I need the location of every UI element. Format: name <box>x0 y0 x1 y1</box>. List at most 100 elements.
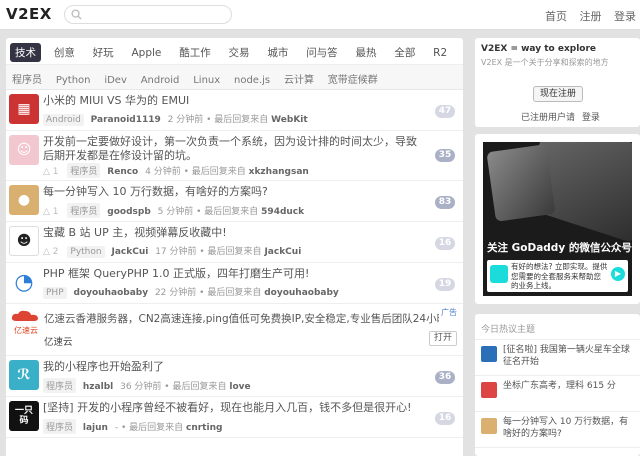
tab-jobs[interactable]: 酷工作 <box>174 43 216 62</box>
node-tag[interactable]: 程序员 <box>43 378 77 393</box>
node-tag[interactable]: Python <box>67 246 105 258</box>
subtab-python[interactable]: Python <box>56 75 91 86</box>
vote-count[interactable]: △ 1 <box>43 207 59 217</box>
topic-author[interactable]: goodspb <box>107 207 151 217</box>
hot-topic-title[interactable]: 每一分钟写入 10 万行数据，有啥好的方案吗? <box>503 417 628 439</box>
last-reply-user[interactable]: JackCui <box>264 247 301 257</box>
topic-item: ℛ 我的小程序也开始盈利了 程序员 hzalbl 36 分钟前 • 最后回复来自… <box>6 356 463 397</box>
reply-count-badge[interactable]: 19 <box>435 278 455 291</box>
tab-creative[interactable]: 创意 <box>49 43 80 62</box>
last-reply-user[interactable]: xkzhangsan <box>249 167 309 177</box>
subtab-broadband[interactable]: 宽带症候群 <box>328 71 378 86</box>
topic-item: ◔ PHP 框架 QueryPHP 1.0 正式版，四年打磨生产可用! PHP … <box>6 263 463 304</box>
topic-title[interactable]: 小米的 MIUI VS 华为的 EMUI <box>43 94 423 108</box>
login-prompt-text: 已注册用户请 <box>521 113 576 123</box>
sponsored-ad[interactable]: 亿速云 亿速云香港服务器，CN2高速连接,ping值低可免费换IP,安全稳定,专… <box>6 304 463 356</box>
ad-text[interactable]: 亿速云香港服务器，CN2高速连接,ping值低可免费换IP,安全稳定,专业售后团… <box>44 311 439 326</box>
vote-count[interactable]: △ 1 <box>43 167 59 177</box>
reply-count-badge[interactable]: 83 <box>435 196 455 209</box>
hot-topic-item[interactable]: 每一分钟写入 10 万行数据，有啥好的方案吗? <box>475 412 640 448</box>
reply-count-badge[interactable]: 16 <box>435 237 455 250</box>
avatar[interactable] <box>481 418 497 434</box>
subtab-android[interactable]: Android <box>141 75 180 86</box>
site-logo[interactable]: V2EX <box>6 5 52 23</box>
hot-topic-item[interactable]: 坐标广东高考，理科 615 分 <box>475 376 640 412</box>
topic-author[interactable]: doyouhaobaby <box>74 288 149 298</box>
node-tag[interactable]: Android <box>43 114 84 126</box>
topic-list-box: 技术 创意 好玩 Apple 酷工作 交易 城市 问与答 最热 全部 R2 程序… <box>6 38 463 456</box>
node-tag[interactable]: 程序员 <box>67 163 101 178</box>
last-reply-user[interactable]: cnrting <box>186 423 222 433</box>
topic-title[interactable]: 宝藏 B 站 UP 主，视频弹幕反收藏中! <box>43 226 423 240</box>
avatar[interactable]: ☺ <box>9 135 39 165</box>
avatar[interactable]: 一只码 <box>9 401 39 431</box>
last-reply-label: 最后回复来自 <box>204 207 259 217</box>
tab-qna[interactable]: 问与答 <box>301 43 343 62</box>
tab-r2[interactable]: R2 <box>428 45 452 61</box>
nav-home-link[interactable]: 首页 <box>545 10 567 23</box>
topic-time: 5 分钟前 <box>157 207 194 217</box>
vote-count[interactable]: △ 2 <box>43 247 59 257</box>
subtab-programmer[interactable]: 程序员 <box>12 71 42 86</box>
tab-city[interactable]: 城市 <box>262 43 293 62</box>
node-tag[interactable]: PHP <box>43 287 67 299</box>
search-input[interactable] <box>64 5 232 24</box>
avatar[interactable] <box>481 346 497 362</box>
ad-card-text: 有好的想法? 立即实现。提供您需要的全套服务来帮助您的业务上线。 <box>511 262 608 290</box>
avatar[interactable]: ☻ <box>9 226 39 256</box>
nav-login-link[interactable]: 登录 <box>614 10 636 23</box>
topic-title[interactable]: 我的小程序也开始盈利了 <box>43 360 423 374</box>
topic-author[interactable]: Renco <box>107 167 138 177</box>
avatar[interactable]: ▦ <box>9 94 39 124</box>
tab-hot[interactable]: 最热 <box>351 43 382 62</box>
reply-count-badge[interactable]: 16 <box>435 412 455 425</box>
topic-time: 22 分钟前 <box>154 288 197 298</box>
tab-deals[interactable]: 交易 <box>224 43 255 62</box>
tab-play[interactable]: 好玩 <box>88 43 119 62</box>
tab-all[interactable]: 全部 <box>389 43 420 62</box>
node-tag[interactable]: 程序员 <box>43 419 77 434</box>
topic-author[interactable]: JackCui <box>111 247 148 257</box>
godaddy-ad[interactable]: 关注 GoDaddy 的微信公众号 有好的想法? 立即实现。提供您需要的全套服务… <box>483 142 632 296</box>
last-reply-label: 最后回复来自 <box>214 115 269 125</box>
topic-title[interactable]: 开发前一定要做好设计，第一次负责一个系统，因为设计排的时间太少，导致后期开发都是… <box>43 135 423 163</box>
avatar[interactable]: ◔ <box>9 267 39 297</box>
nav-signup-link[interactable]: 注册 <box>580 10 602 23</box>
last-reply-user[interactable]: WebKit <box>271 115 308 125</box>
subtab-linux[interactable]: Linux <box>193 75 220 86</box>
reply-count-badge[interactable]: 36 <box>435 371 455 384</box>
avatar[interactable]: ● <box>9 185 39 215</box>
last-reply-user[interactable]: doyouhaobaby <box>264 288 339 298</box>
top-nav: 首页 注册 登录 <box>536 8 636 24</box>
last-reply-user[interactable]: 594duck <box>261 207 304 217</box>
topic-title[interactable]: 每一分钟写入 10 万行数据，有啥好的方案吗? <box>43 185 423 199</box>
login-link[interactable]: 登录 <box>582 113 600 123</box>
topic-meta: Android Paranoid1119 2 分钟前 • 最后回复来自 WebK… <box>43 112 312 126</box>
topic-title[interactable]: [坚持] 开发的小程序曾经不被看好，现在也能月入几百，钱不多但是很开心! <box>43 401 423 415</box>
tab-tech[interactable]: 技术 <box>10 43 41 62</box>
avatar[interactable]: ℛ <box>9 360 39 390</box>
last-reply-user[interactable]: love <box>229 382 250 392</box>
hot-topic-item[interactable]: [征名啦] 我国第一辆火星车全球征名开始 <box>475 340 640 376</box>
hot-topic-title[interactable]: [征名啦] 我国第一辆火星车全球征名开始 <box>503 345 630 367</box>
topic-author[interactable]: lajun <box>83 423 108 433</box>
sidebar-ad-box: 关注 GoDaddy 的微信公众号 有好的想法? 立即实现。提供您需要的全套服务… <box>475 134 640 304</box>
topic-author[interactable]: Paranoid1119 <box>91 115 161 125</box>
avatar[interactable] <box>481 382 497 398</box>
subtab-idev[interactable]: iDev <box>104 75 127 86</box>
reply-count-badge[interactable]: 47 <box>435 105 455 118</box>
category-tabs: 技术 创意 好玩 Apple 酷工作 交易 城市 问与答 最热 全部 R2 <box>6 38 463 65</box>
reply-count-badge[interactable]: 35 <box>435 149 455 162</box>
topic-title[interactable]: PHP 框架 QueryPHP 1.0 正式版，四年打磨生产可用! <box>43 267 423 281</box>
topic-time: 36 分钟前 <box>120 382 162 392</box>
topic-author[interactable]: hzalbl <box>83 382 113 392</box>
hot-topic-title[interactable]: 坐标广东高考，理科 615 分 <box>503 381 616 391</box>
top-bar: V2EX 首页 注册 登录 <box>0 0 640 30</box>
signup-button[interactable]: 现在注册 <box>533 86 583 102</box>
tab-apple[interactable]: Apple <box>126 45 166 61</box>
subtab-cloud[interactable]: 云计算 <box>284 71 314 86</box>
ad-open-button[interactable]: 打开 <box>429 331 457 346</box>
arrow-right-icon[interactable]: ▶ <box>611 267 625 281</box>
subtab-nodejs[interactable]: node.js <box>234 75 270 86</box>
node-tag[interactable]: 程序员 <box>67 203 101 218</box>
